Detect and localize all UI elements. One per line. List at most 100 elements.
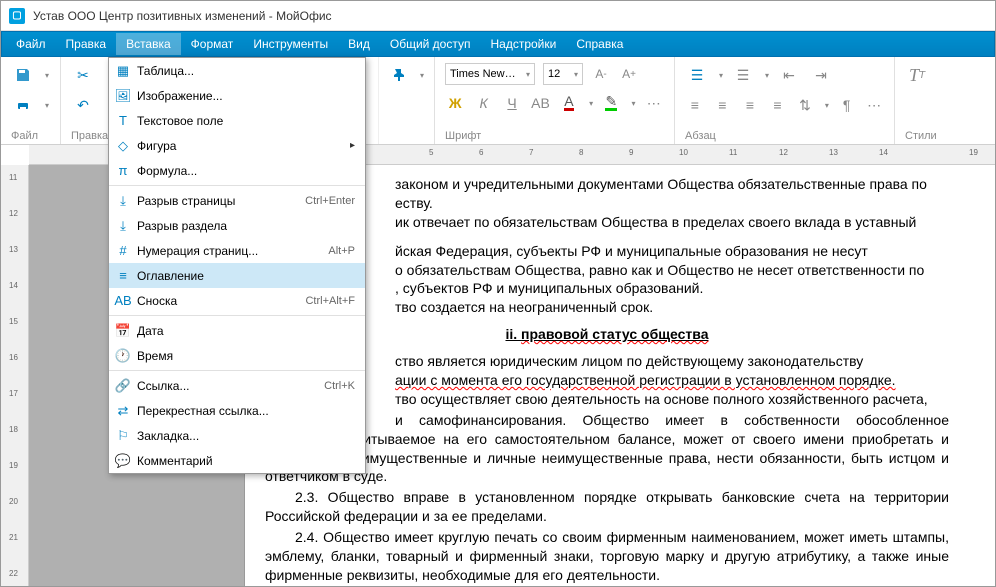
align-right-button[interactable]: ≡ — [740, 93, 760, 117]
menu-item-label: Перекрестная ссылка... — [137, 404, 355, 418]
menu-file[interactable]: Файл — [6, 33, 56, 55]
group-label-styles: Стили — [905, 130, 955, 142]
crossref-icon: ⇄ — [109, 403, 137, 419]
strike-button[interactable]: AB — [530, 91, 550, 115]
shortcut-label: Ctrl+Enter — [305, 195, 355, 207]
print-button[interactable] — [11, 93, 35, 117]
menu-item-comment[interactable]: 💬Комментарий — [109, 448, 365, 473]
menu-item-label: Формула... — [137, 164, 355, 178]
menu-item-label: Нумерация страниц... — [137, 244, 328, 258]
menu-item-crossref[interactable]: ⇄Перекрестная ссылка... — [109, 398, 365, 423]
shortcut-label: Ctrl+K — [324, 380, 355, 392]
menu-insert[interactable]: Вставка — [116, 33, 181, 55]
underline-button[interactable]: Ч — [502, 91, 522, 115]
pilcrow-button[interactable]: ¶ — [837, 93, 857, 117]
menu-item-label: Фигура — [137, 139, 350, 153]
menu-item-time[interactable]: 🕐Время — [109, 343, 365, 368]
more-font-button[interactable]: ⋯ — [644, 91, 664, 115]
menu-item-formula[interactable]: πФормула... — [109, 158, 365, 183]
bullet-list-button[interactable]: ☰ — [685, 63, 709, 87]
doc-text: тво создается на неограниченный срок. — [395, 299, 653, 315]
font-shrink-button[interactable]: A- — [591, 64, 611, 84]
doc-text: 2.3. Общество вправе в установленном пор… — [265, 488, 949, 526]
footnote-icon: AB — [109, 293, 137, 308]
line-spacing-button[interactable]: ⇅ — [795, 93, 815, 117]
group-label-paragraph: Абзац — [685, 130, 884, 142]
menu-item-footnote[interactable]: ABСноскаCtrl+Alt+F — [109, 288, 365, 313]
table-icon: ▦ — [109, 63, 137, 79]
menu-item-pagebreak[interactable]: ⤓Разрыв страницыCtrl+Enter — [109, 188, 365, 213]
formula-icon: π — [109, 163, 137, 178]
doc-text: о обязательствам Общества, равно как и О… — [395, 262, 924, 278]
link-icon: 🔗 — [109, 378, 137, 394]
italic-button[interactable]: К — [473, 91, 493, 115]
menu-item-link[interactable]: 🔗Ссылка...Ctrl+K — [109, 373, 365, 398]
numbered-list-button[interactable]: ☰ — [731, 63, 755, 87]
menu-item-date[interactable]: 📅Дата — [109, 318, 365, 343]
group-label-edit: Правка — [71, 130, 98, 142]
menu-item-label: Дата — [137, 324, 355, 338]
menu-tools[interactable]: Инструменты — [243, 33, 338, 55]
menu-item-label: Сноска — [137, 294, 305, 308]
align-left-button[interactable]: ≡ — [685, 93, 705, 117]
menu-item-image[interactable]: 🖼Изображение... — [109, 83, 365, 108]
menu-item-shape[interactable]: ◇Фигура▸ — [109, 133, 365, 158]
menu-share[interactable]: Общий доступ — [380, 33, 481, 55]
textbox-icon: T — [109, 113, 137, 128]
shortcut-label: Alt+P — [328, 245, 355, 257]
copy-format-button[interactable] — [389, 63, 410, 87]
time-icon: 🕐 — [109, 348, 137, 364]
font-color-button[interactable]: A — [559, 91, 579, 115]
save-button[interactable] — [11, 63, 35, 87]
outdent-button[interactable]: ⇤ — [777, 63, 801, 87]
pagebreak-icon: ⤓ — [109, 193, 137, 209]
cut-button[interactable]: ✂ — [71, 63, 95, 87]
menu-edit[interactable]: Правка — [56, 33, 117, 55]
menu-view[interactable]: Вид — [338, 33, 380, 55]
font-grow-button[interactable]: A+ — [619, 64, 639, 84]
sectionbreak-icon: ⤓ — [109, 218, 137, 234]
doc-text: и самофинансирования. Общество имеет в с… — [265, 412, 949, 485]
menu-item-label: Разрыв раздела — [137, 219, 355, 233]
menu-item-label: Ссылка... — [137, 379, 324, 393]
menu-format[interactable]: Формат — [181, 33, 244, 55]
shape-icon: ◇ — [109, 138, 137, 154]
vertical-ruler[interactable]: 11 12 13 14 15 16 17 18 19 20 21 22 — [1, 165, 29, 586]
bold-button[interactable]: Ж — [445, 91, 465, 115]
doc-text: ации с момента его государственной регис… — [395, 372, 896, 388]
submenu-arrow-icon: ▸ — [350, 140, 355, 151]
menu-addons[interactable]: Надстройки — [480, 33, 566, 55]
dropdown-icon[interactable]: ▾ — [45, 71, 49, 80]
menu-item-table[interactable]: ▦Таблица... — [109, 58, 365, 83]
doc-text: , субъектов РФ и муниципальных образован… — [395, 280, 703, 296]
font-name-select[interactable]: Times New…▾ — [445, 63, 535, 85]
app-icon: ▢ — [9, 8, 25, 24]
menu-item-bookmark[interactable]: ⚐Закладка... — [109, 423, 365, 448]
more-para-button[interactable]: ⋯ — [864, 93, 884, 117]
toc-icon: ≡ — [109, 268, 137, 283]
menu-item-label: Комментарий — [137, 454, 355, 468]
menu-item-label: Изображение... — [137, 89, 355, 103]
styles-button[interactable]: TT — [905, 63, 929, 87]
menu-item-sectionbreak[interactable]: ⤓Разрыв раздела — [109, 213, 365, 238]
doc-text: законом и учредительными документами Общ… — [395, 176, 927, 192]
shortcut-label: Ctrl+Alt+F — [305, 295, 355, 307]
menu-help[interactable]: Справка — [566, 33, 633, 55]
group-label-file: Файл — [11, 130, 50, 142]
align-center-button[interactable]: ≡ — [713, 93, 733, 117]
font-size-select[interactable]: 12▾ — [543, 63, 583, 85]
comment-icon: 💬 — [109, 453, 137, 469]
indent-button[interactable]: ⇥ — [809, 63, 833, 87]
undo-button[interactable]: ↶ — [71, 93, 95, 117]
group-label-font: Шрифт — [445, 130, 664, 142]
align-justify-button[interactable]: ≡ — [768, 93, 788, 117]
menu-item-label: Таблица... — [137, 64, 355, 78]
menu-item-toc[interactable]: ≡Оглавление — [109, 263, 365, 288]
menu-item-textbox[interactable]: TТекстовое поле — [109, 108, 365, 133]
menu-item-label: Время — [137, 349, 355, 363]
pagenum-icon: # — [109, 243, 137, 258]
highlight-button[interactable]: ✎ — [601, 91, 621, 115]
bookmark-icon: ⚐ — [109, 428, 137, 444]
dropdown-icon[interactable]: ▾ — [45, 101, 49, 110]
menu-item-pagenum[interactable]: #Нумерация страниц...Alt+P — [109, 238, 365, 263]
